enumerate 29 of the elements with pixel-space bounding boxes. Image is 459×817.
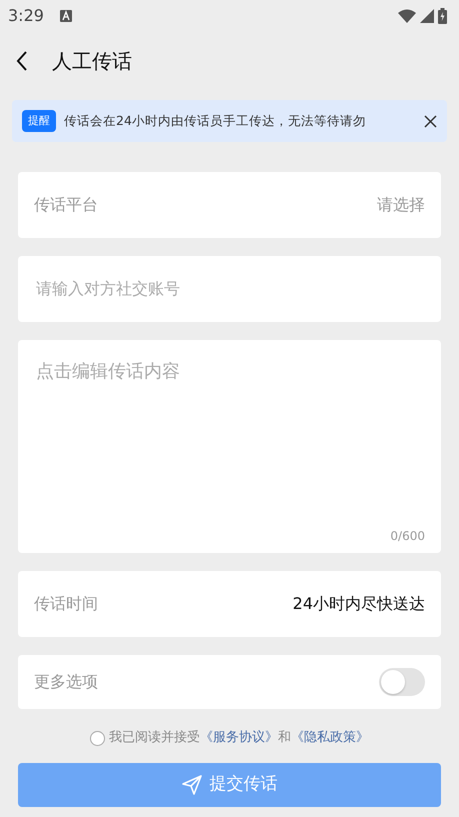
service-link[interactable]: 《服务协议》 bbox=[200, 730, 278, 746]
agree-radio[interactable] bbox=[90, 730, 105, 746]
char-counter: 0/600 bbox=[390, 528, 425, 545]
status-time: 3:29 bbox=[8, 5, 44, 27]
platform-row[interactable]: 传话平台 请选择 bbox=[18, 172, 441, 238]
privacy-link[interactable]: 《隐私政策》 bbox=[291, 730, 369, 746]
toggle-switch[interactable] bbox=[379, 668, 425, 696]
keyboard-icon bbox=[60, 10, 72, 22]
submit-button[interactable]: 提交传话 bbox=[18, 763, 441, 807]
time-row[interactable]: 传话时间 24小时内尽快送达 bbox=[18, 571, 441, 637]
page-title: 人工传话 bbox=[52, 48, 132, 75]
notice-text: 传话会在24小时内由传话员手工传达，无法等待请勿 bbox=[64, 112, 367, 130]
field-label: 传话时间 bbox=[34, 593, 98, 615]
content-field[interactable]: 点击编辑传话内容 0/600 bbox=[18, 340, 441, 553]
notice-tag: 提醒 bbox=[22, 110, 56, 132]
account-input[interactable]: 请输入对方社交账号 bbox=[34, 276, 425, 302]
back-button[interactable] bbox=[16, 51, 28, 71]
wifi-icon bbox=[398, 9, 416, 23]
close-button[interactable] bbox=[424, 114, 437, 128]
select-value: 请选择 bbox=[377, 194, 425, 216]
account-field[interactable]: 请输入对方社交账号 bbox=[18, 256, 441, 322]
agreement-text: 我已阅读并接受《服务协议》和《隐私政策》 bbox=[109, 729, 369, 748]
time-value: 24小时内尽快送达 bbox=[292, 593, 425, 615]
send-icon bbox=[182, 775, 202, 795]
field-label: 传话平台 bbox=[34, 194, 98, 216]
battery-icon bbox=[438, 8, 447, 24]
content-input[interactable]: 点击编辑传话内容 bbox=[34, 356, 425, 527]
field-label: 更多选项 bbox=[34, 671, 98, 693]
signal-icon bbox=[420, 9, 434, 23]
